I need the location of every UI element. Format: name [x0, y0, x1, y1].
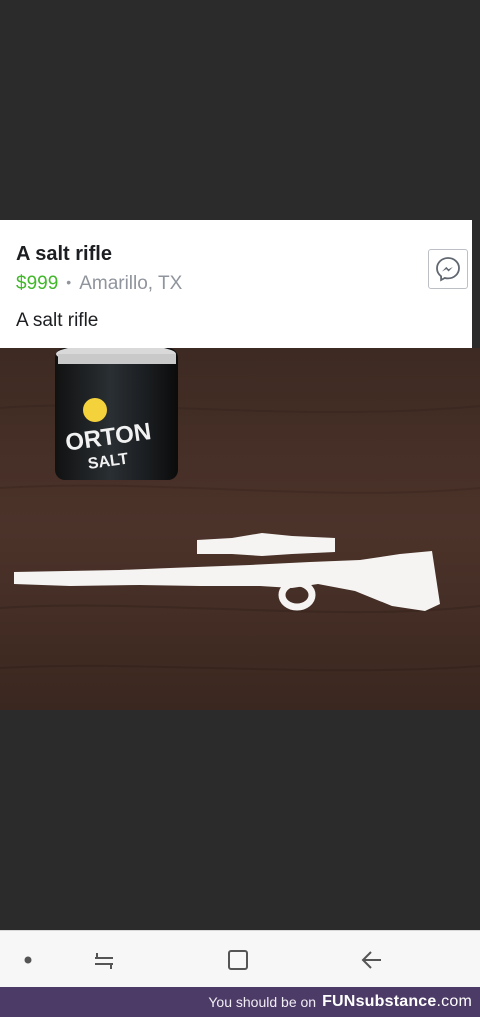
back-arrow-icon: [361, 950, 381, 969]
umbrella-girl-logo: [83, 398, 107, 422]
bottom-dark-area: [0, 710, 480, 930]
recents-icon: [95, 952, 113, 969]
listing-price: $999: [16, 273, 59, 294]
dot-icon: [24, 956, 32, 963]
recents-button[interactable]: [84, 931, 124, 988]
watermark-text: You should be on: [208, 994, 317, 1010]
listing-location: Amarillo, TX: [79, 273, 183, 294]
salt-can: ORTON SALT: [55, 348, 178, 480]
listing-card[interactable]: A salt rifle $999 • Amarillo, TX A salt ri…: [0, 220, 480, 348]
messenger-icon: [436, 257, 460, 282]
brand-substance: substance: [355, 993, 437, 1010]
nav-dot-button[interactable]: [8, 931, 48, 988]
listing-meta: $999 • Amarillo, TX: [16, 273, 182, 295]
android-nav-bar: [0, 930, 480, 987]
card-edge: [472, 220, 480, 348]
meta-separator: •: [66, 274, 72, 290]
listing-title: A salt rifle: [16, 243, 112, 265]
back-button[interactable]: [352, 931, 392, 988]
home-button[interactable]: [218, 931, 258, 988]
brand-fun: FUN: [322, 993, 356, 1010]
watermark-brand: FUNsubstance.com: [322, 993, 472, 1011]
listing-photo[interactable]: ORTON SALT: [0, 348, 480, 710]
home-icon: [228, 949, 248, 970]
top-dark-area: [0, 0, 480, 220]
brand-tld: .com: [436, 993, 472, 1010]
funsubstance-watermark: You should be on FUNsubstance.com: [0, 987, 480, 1017]
message-seller-button[interactable]: [428, 249, 468, 289]
listing-description: A salt rifle: [16, 310, 99, 331]
